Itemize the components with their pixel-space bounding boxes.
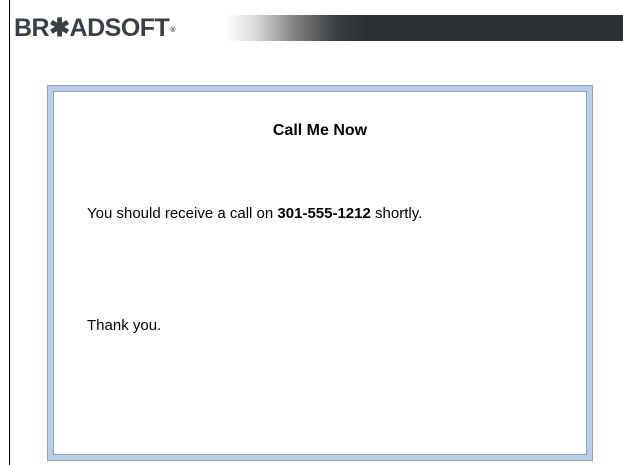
message-suffix: shortly.	[370, 205, 423, 222]
page-left-border	[9, 0, 10, 465]
phone-number: 301-555-1212	[277, 205, 371, 222]
message-prefix: You should receive a call on	[87, 205, 278, 222]
broadsoft-logo: BR✱ADSOFT®	[14, 12, 175, 44]
dialog-title: Call Me Now	[272, 122, 368, 139]
header-gradient-bar	[226, 15, 623, 41]
header: BR✱ADSOFT®	[14, 12, 623, 44]
thank-you-text: Thank you.	[87, 317, 162, 334]
logo-text: BR✱ADSOFT	[14, 14, 170, 42]
dialog-content: Call Me Now You should receive a call on…	[53, 91, 587, 455]
logo-trademark: ®	[170, 27, 175, 34]
call-me-now-dialog: Call Me Now You should receive a call on…	[47, 85, 593, 461]
confirmation-message: You should receive a call on 301-555-121…	[87, 203, 547, 225]
